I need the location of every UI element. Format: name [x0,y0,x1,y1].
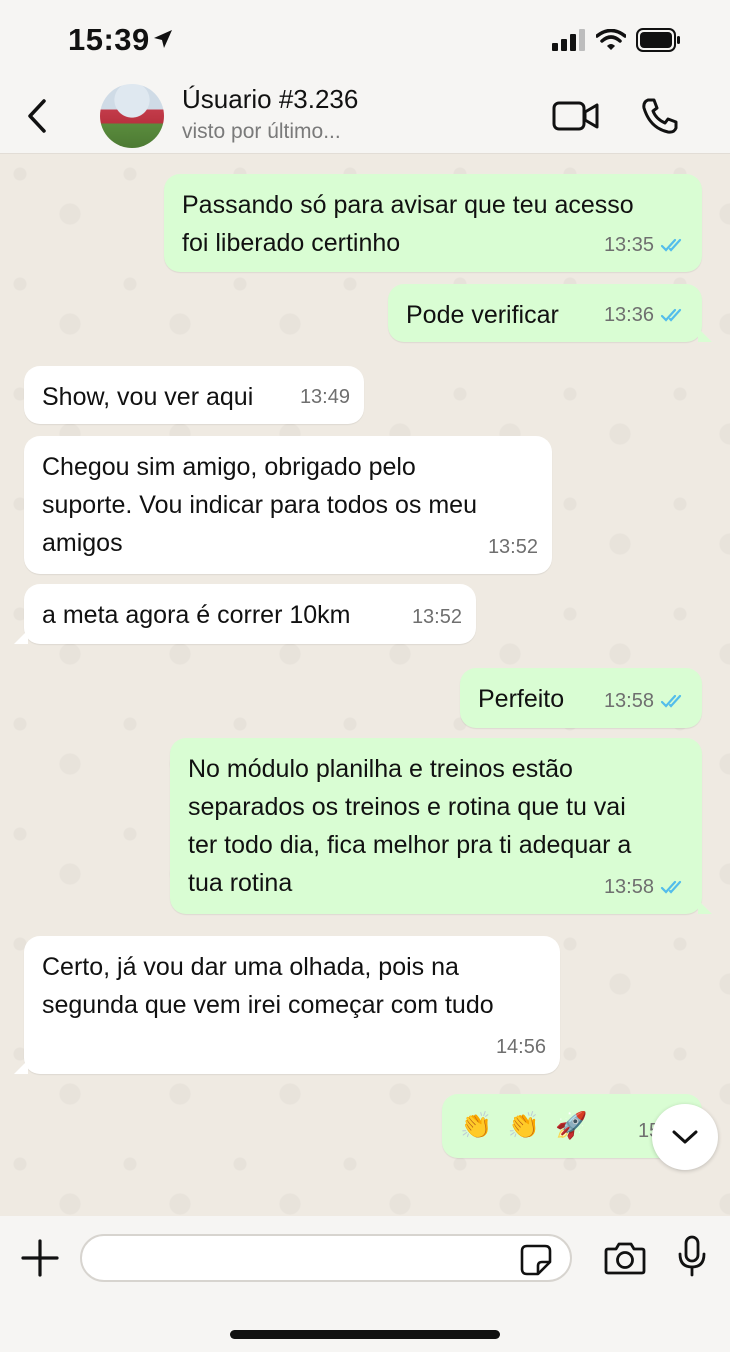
scroll-to-bottom-button[interactable] [652,1104,718,1170]
wifi-icon [595,28,627,56]
message-bubble[interactable]: Certo, já vou dar uma olhada, pois na se… [14,936,560,1074]
message-meta: 13:49 [300,378,350,416]
phone-call-icon[interactable] [640,96,680,141]
status-indicators [552,28,682,57]
message-bubble[interactable]: a meta agora é correr 10km 13:52 [14,584,476,644]
message-bubble[interactable]: No módulo planilha e treinos estão separ… [170,738,712,914]
read-receipt-icon [660,694,682,708]
message-bubble[interactable]: Perfeito 13:58 [460,668,702,728]
microphone-icon[interactable] [676,1234,708,1283]
cellular-signal-icon [552,29,586,56]
message-text: Certo, já vou dar uma olhada, pois na se… [42,953,494,1019]
input-bar [0,1216,730,1352]
bubble-tail [698,328,712,342]
chat-header: Úsuario #3.236 visto por último... [0,78,730,154]
chevron-down-icon [672,1130,698,1144]
battery-icon [636,28,682,57]
home-indicator[interactable] [230,1330,500,1339]
message-bubble[interactable]: Pode verificar 13:36 [388,284,712,342]
message-bubble[interactable]: Passando só para avisar que teu acesso f… [164,174,702,272]
chat-area: Passando só para avisar que teu acesso f… [0,154,730,1216]
camera-icon[interactable] [604,1240,646,1281]
message-time: 13:36 [603,304,654,326]
status-time: 15:39 [68,22,150,57]
message-input[interactable] [80,1234,572,1282]
message-time: 14:56 [495,1036,546,1058]
message-meta: 13:58 [604,868,688,906]
message-meta: 13:36 [604,296,688,334]
message-time: 13:49 [299,386,350,408]
message-bubble[interactable]: Chegou sim amigo, obrigado pelo suporte.… [24,436,552,574]
location-arrow-icon [152,28,174,55]
message-text: Chegou sim amigo, obrigado pelo suporte.… [42,453,477,557]
message-time: 13:58 [603,690,654,712]
message-time: 13:52 [487,536,538,558]
message-meta: 14:56 [496,1028,546,1066]
sticker-icon[interactable] [520,1244,552,1281]
read-receipt-icon [660,308,682,322]
attach-plus-icon[interactable] [20,1238,60,1283]
message-bubble[interactable]: Show, vou ver aqui 13:49 [24,366,364,424]
message-text: a meta agora é correr 10km [42,601,351,629]
message-meta: 13:52 [488,528,538,566]
read-receipt-icon [660,238,682,252]
contact-avatar[interactable] [100,84,164,148]
back-button[interactable] [22,98,52,134]
contact-name[interactable]: Úsuario #3.236 [182,84,358,115]
contact-status: visto por último... [182,120,341,143]
message-time: 13:58 [603,876,654,898]
bubble-tail [14,1060,28,1074]
bubble-tail [14,630,28,644]
message-meta: 13:58 [604,682,688,720]
bubble-tail [698,900,712,914]
message-meta: 13:35 [604,226,688,264]
read-receipt-icon [660,880,682,894]
message-meta: 13:52 [412,598,462,636]
video-call-icon[interactable] [552,100,600,137]
message-time: 13:52 [411,606,462,628]
message-time: 13:35 [603,234,654,256]
status-bar: 15:39 [0,0,730,78]
